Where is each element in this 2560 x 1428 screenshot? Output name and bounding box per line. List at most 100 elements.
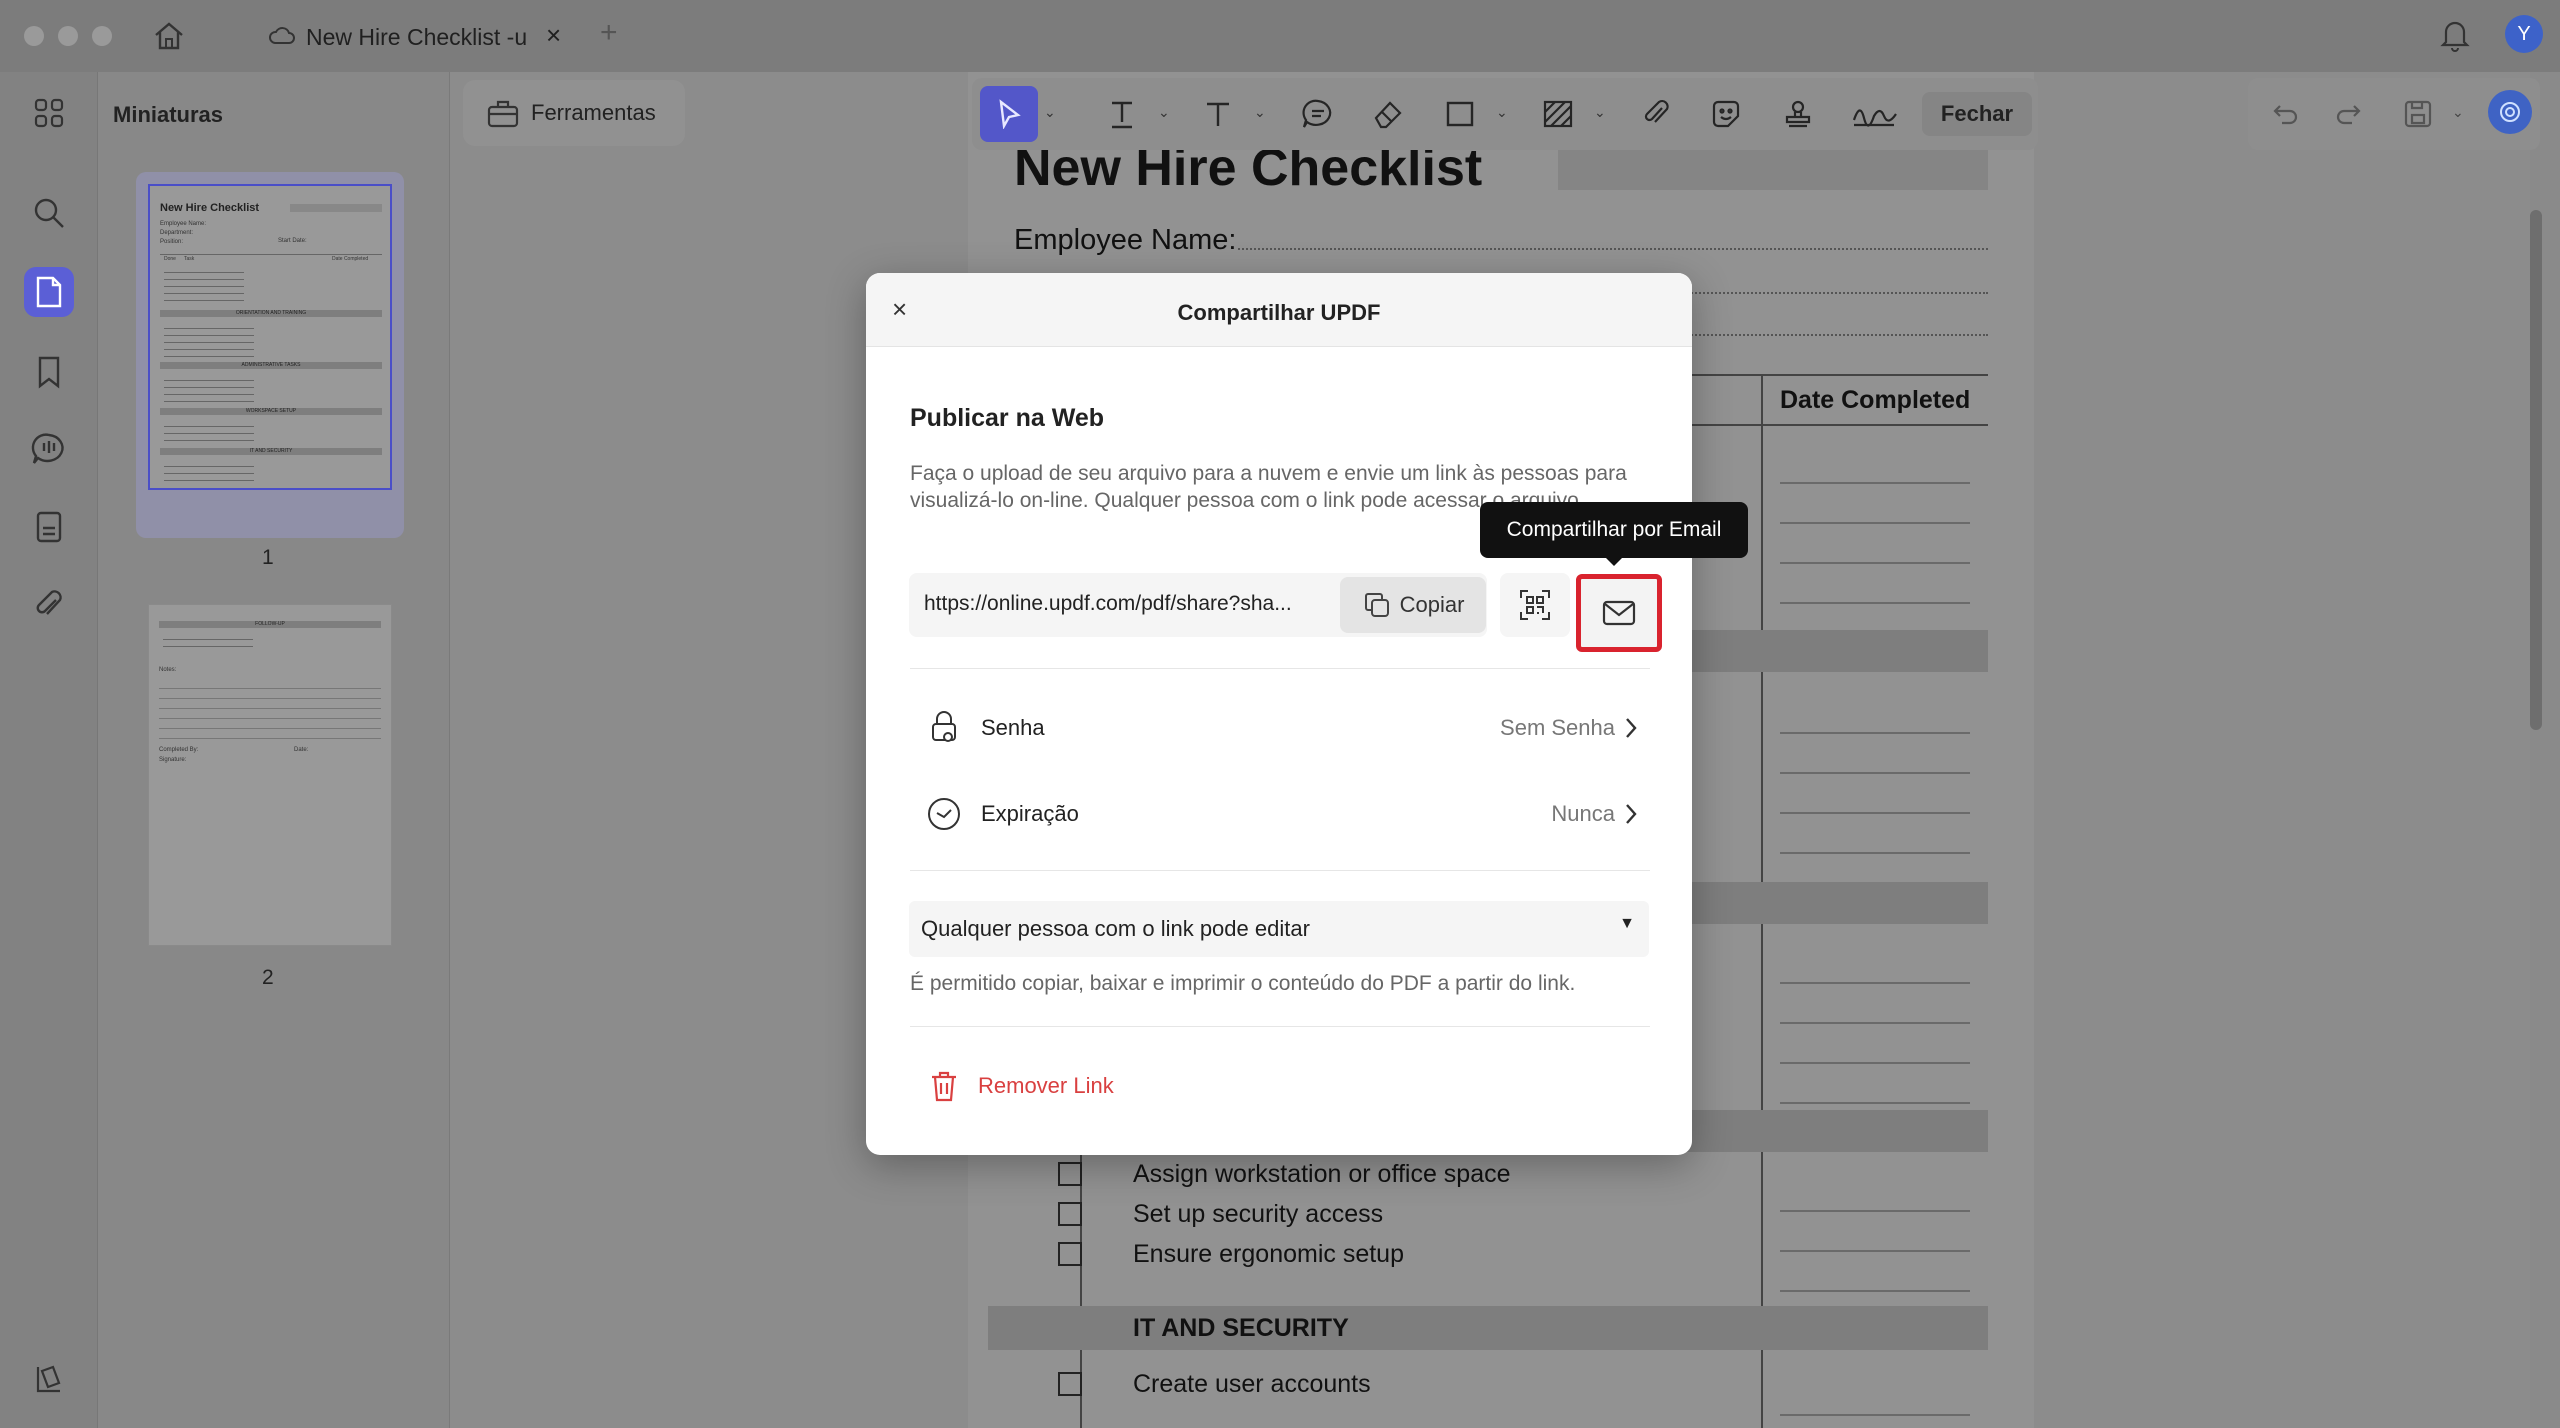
select-tool-button[interactable] bbox=[980, 86, 1038, 142]
checkbox[interactable] bbox=[1058, 1162, 1082, 1186]
password-value: Sem Senha bbox=[1500, 715, 1615, 740]
employee-name-line bbox=[1238, 248, 1988, 250]
thumb-header-done: Done bbox=[164, 256, 176, 262]
thumb2-task-lines bbox=[163, 633, 253, 647]
pages-icon[interactable] bbox=[24, 267, 74, 317]
thumb2-note-lines bbox=[159, 679, 381, 739]
thumb-task-lines-5 bbox=[164, 460, 254, 484]
paperclip-icon[interactable] bbox=[1634, 92, 1678, 136]
thumb2-date: Date: bbox=[294, 747, 309, 753]
attachment-icon[interactable] bbox=[24, 580, 74, 630]
document-tab[interactable]: New Hire Checklist -u × bbox=[250, 14, 580, 58]
qr-code-button[interactable] bbox=[1500, 573, 1570, 637]
thumb-rule bbox=[160, 254, 382, 255]
share-url-field[interactable]: https://online.updf.com/pdf/share?sha... bbox=[924, 592, 1292, 616]
thumb-section-3: WORKSPACE SETUP bbox=[160, 408, 382, 415]
tools-button[interactable]: Ferramentas bbox=[463, 80, 685, 146]
notification-bell-icon[interactable] bbox=[2440, 18, 2470, 52]
remove-link-label: Remover Link bbox=[978, 1073, 1114, 1098]
thumbnail-page-2[interactable]: FOLLOW-UP Notes: Completed By: Date: Sig… bbox=[148, 604, 392, 946]
chevron-down-icon[interactable]: ⌄ bbox=[1158, 104, 1170, 121]
thumb-task-lines-4 bbox=[164, 420, 254, 444]
chevron-down-icon[interactable]: ⌄ bbox=[2452, 104, 2464, 121]
expiration-row[interactable]: Expiração Nunca bbox=[910, 786, 1650, 842]
signature-icon[interactable] bbox=[1846, 92, 1902, 136]
user-avatar[interactable]: Y bbox=[2505, 15, 2543, 53]
dialog-title: Compartilhar UPDF bbox=[1177, 300, 1381, 325]
text-icon[interactable] bbox=[1196, 92, 1240, 136]
document-icon[interactable] bbox=[24, 502, 74, 552]
comment-icon[interactable] bbox=[1296, 92, 1340, 136]
eraser-icon[interactable] bbox=[1366, 92, 1410, 136]
checkbox[interactable] bbox=[1058, 1372, 1082, 1396]
email-tooltip: Compartilhar por Email bbox=[1480, 502, 1748, 558]
trash-icon bbox=[928, 1069, 960, 1103]
section-title: Publicar na Web bbox=[910, 404, 1105, 432]
home-icon[interactable] bbox=[152, 20, 186, 52]
layers-icon[interactable] bbox=[24, 1354, 74, 1404]
window-minimize-dot[interactable] bbox=[58, 26, 78, 46]
cursor-icon bbox=[999, 99, 1021, 129]
close-edit-button[interactable]: Fechar bbox=[1922, 92, 2032, 136]
date-lines-4 bbox=[1780, 1172, 1970, 1292]
task-item: Set up security access bbox=[1133, 1200, 1384, 1228]
checkbox[interactable] bbox=[1058, 1242, 1082, 1266]
share-email-button[interactable] bbox=[1576, 574, 1662, 652]
hatch-fill-icon[interactable] bbox=[1536, 92, 1580, 136]
password-label: Senha bbox=[981, 715, 1045, 740]
tools-label: Ferramentas bbox=[531, 100, 656, 125]
chevron-down-icon[interactable]: ⌄ bbox=[1496, 104, 1508, 121]
thumb-header-date: Date Completed bbox=[332, 256, 369, 262]
chevron-down-icon[interactable]: ⌄ bbox=[1594, 104, 1606, 121]
thumbnails-title: Miniaturas bbox=[113, 102, 224, 127]
divider bbox=[910, 668, 1650, 669]
scrollbar-thumb[interactable] bbox=[2530, 210, 2542, 730]
rectangle-icon[interactable] bbox=[1438, 92, 1482, 136]
date-completed-header: Date Completed bbox=[1780, 386, 1971, 414]
clock-icon bbox=[926, 796, 962, 832]
date-lines-2 bbox=[1780, 694, 1970, 894]
apps-grid-icon[interactable] bbox=[24, 88, 74, 138]
lock-icon bbox=[928, 710, 960, 746]
thumbnail-page-1[interactable]: New Hire Checklist Employee Name: Departm… bbox=[148, 184, 392, 490]
permission-select[interactable]: Qualquer pessoa com o link pode editar ▼ bbox=[909, 901, 1649, 957]
checkbox[interactable] bbox=[1058, 1202, 1082, 1226]
divider bbox=[910, 1026, 1650, 1027]
save-icon[interactable] bbox=[2396, 92, 2440, 136]
remove-link-button[interactable]: Remover Link bbox=[928, 1066, 1114, 1106]
expiration-value: Nunca bbox=[1551, 801, 1615, 826]
text-underline-icon[interactable] bbox=[1100, 92, 1144, 136]
tab-close-icon[interactable]: × bbox=[546, 20, 561, 51]
redo-icon[interactable] bbox=[2326, 92, 2370, 136]
thumbnail-1-label: 1 bbox=[262, 546, 274, 569]
window-close-dot[interactable] bbox=[24, 26, 44, 46]
sticker-icon[interactable] bbox=[1704, 92, 1748, 136]
copy-link-button[interactable]: Copiar bbox=[1340, 577, 1486, 633]
thumb-task-lines bbox=[164, 266, 244, 306]
thumb-task-lines-3 bbox=[164, 374, 254, 404]
task-item: Create user accounts bbox=[1133, 1370, 1371, 1398]
search-icon[interactable] bbox=[24, 188, 74, 238]
undo-icon[interactable] bbox=[2264, 92, 2308, 136]
copy-icon bbox=[1362, 590, 1392, 620]
stamp-icon[interactable] bbox=[1776, 92, 1820, 136]
toolbox-icon bbox=[487, 98, 519, 128]
chevron-down-icon[interactable]: ⌄ bbox=[1254, 104, 1266, 121]
permission-note: É permitido copiar, baixar e imprimir o … bbox=[910, 972, 1576, 995]
thumb-title: New Hire Checklist bbox=[160, 202, 260, 214]
window-zoom-dot[interactable] bbox=[92, 26, 112, 46]
chevron-down-icon[interactable]: ⌄ bbox=[1044, 104, 1056, 121]
thumb2-section: FOLLOW-UP bbox=[159, 621, 381, 628]
bookmark-icon[interactable] bbox=[24, 347, 74, 397]
thumb2-completed-by: Completed By: bbox=[159, 747, 199, 753]
comments-icon[interactable] bbox=[24, 424, 74, 474]
new-tab-icon[interactable]: + bbox=[600, 16, 618, 50]
permission-select-value: Qualquer pessoa com o link pode editar bbox=[921, 916, 1310, 941]
email-icon bbox=[1602, 600, 1636, 626]
task-item: Ensure ergonomic setup bbox=[1133, 1240, 1404, 1268]
thumb2-notes: Notes: bbox=[159, 667, 177, 673]
chevron-right-icon bbox=[1624, 716, 1638, 740]
thumbnail-2-label: 2 bbox=[262, 966, 274, 989]
password-row[interactable]: Senha Sem Senha bbox=[910, 700, 1650, 756]
ai-assistant-icon[interactable] bbox=[2488, 90, 2532, 134]
